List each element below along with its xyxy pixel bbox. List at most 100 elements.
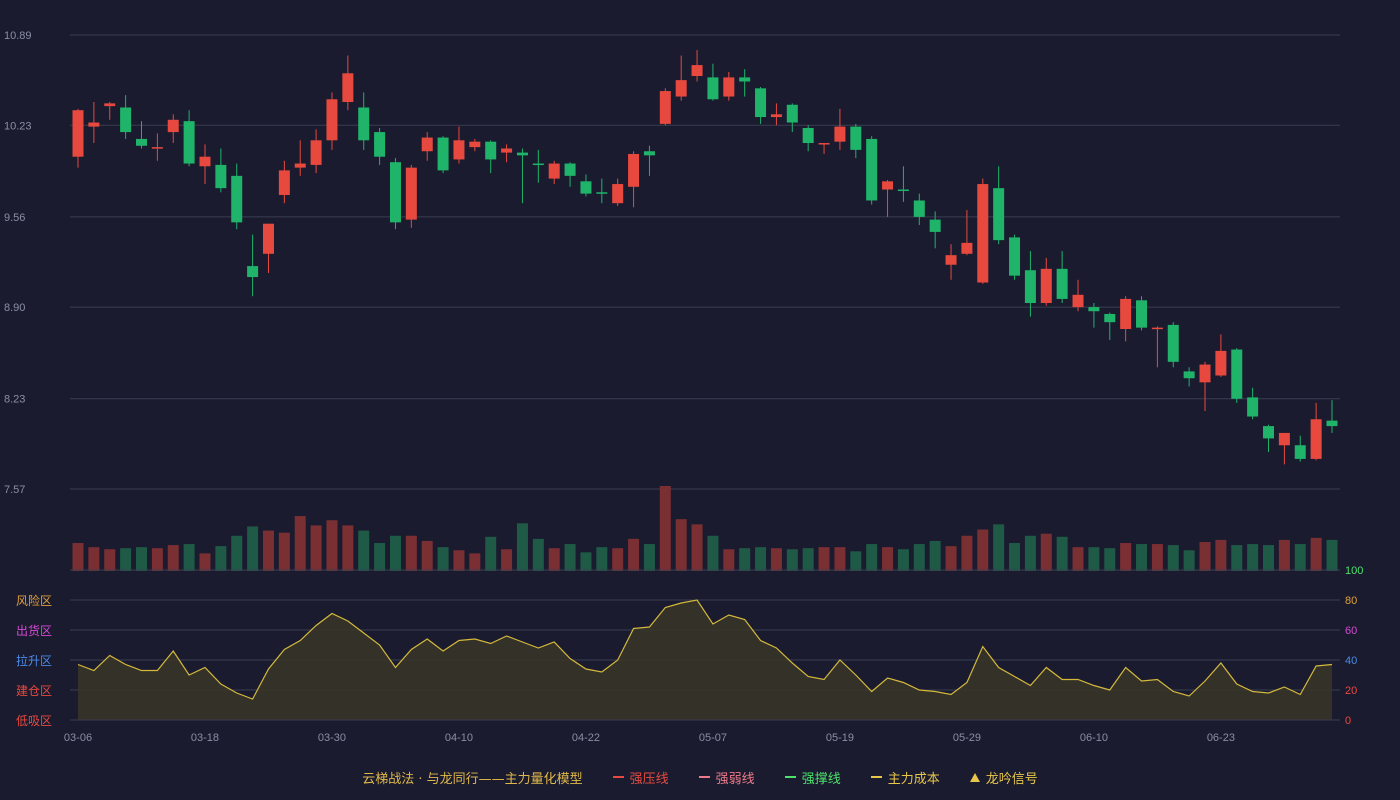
candle-body (342, 73, 354, 103)
volume-bar (516, 523, 528, 571)
volume-bar (1215, 539, 1227, 571)
candle-body (548, 163, 560, 179)
stock-chart: 10.89 10.23 9.56 8.90 8.23 7.57 风险区出货区拉升区建仓区低… (4, 30, 1363, 744)
volume-bar (310, 525, 322, 571)
volume-bar (596, 547, 608, 571)
candle-body (1231, 349, 1243, 399)
candle-body (167, 119, 179, 133)
volume-bar (501, 549, 513, 571)
candle-body (437, 137, 449, 171)
candle-body (596, 192, 608, 194)
volume-bar (374, 543, 386, 571)
volume-bar (1294, 544, 1306, 571)
volume-bar (1120, 543, 1132, 571)
legend-item-strong-support[interactable]: 强撑线 (784, 768, 841, 787)
candle-body (882, 181, 894, 190)
indicator-tick-label: 0 (1345, 715, 1351, 727)
candle-body (1056, 268, 1068, 299)
zone-labels: 风险区出货区拉升区建仓区低吸区 (16, 593, 52, 728)
legend-item-main-cost[interactable]: 主力成本 (870, 768, 940, 787)
legend-label: 龙吟信号 (985, 771, 1038, 787)
volume-bar (1310, 537, 1322, 571)
volume-bar (945, 546, 957, 571)
volume-bar (739, 548, 751, 571)
candle-body (691, 65, 703, 77)
candle-body (532, 163, 544, 166)
volume-bar (453, 550, 465, 571)
candle-body (628, 153, 640, 187)
candle-body (358, 107, 370, 141)
candle-body (88, 122, 100, 127)
price-grid (70, 34, 1340, 490)
volume-bar (850, 551, 862, 571)
volume-bar (643, 544, 655, 571)
volume-bar (231, 535, 243, 571)
candle-body (1167, 324, 1179, 362)
volume-bars (72, 486, 1338, 571)
candle-body (151, 147, 163, 149)
candle-body (485, 141, 497, 160)
price-tick-label: 10.89 (4, 30, 32, 42)
volume-bar (1231, 545, 1243, 571)
candle-body (374, 132, 386, 157)
candle-body (1247, 397, 1259, 417)
volume-bar (532, 538, 544, 571)
price-tick-label: 9.56 (4, 212, 25, 224)
legend-item-strong-pressure[interactable]: 强压线 (612, 768, 669, 787)
candle-body (1278, 432, 1290, 446)
price-tick-label: 10.23 (4, 120, 32, 132)
legend-item-dragon-signal[interactable]: 龙吟信号 (969, 768, 1038, 787)
legend-item-strength-line[interactable]: 强弱线 (698, 768, 755, 787)
volume-bar (707, 535, 719, 571)
legend-line-icon (784, 776, 796, 778)
volume-bar (866, 544, 878, 571)
candle-body (1310, 419, 1322, 459)
volume-bar (262, 530, 274, 571)
volume-bar (977, 529, 989, 571)
volume-bar (993, 524, 1005, 571)
volume-bar (1199, 541, 1211, 571)
volume-bar (167, 545, 179, 571)
volume-bar (564, 544, 576, 571)
candle-body (1151, 327, 1163, 330)
indicator-tick-label: 80 (1345, 595, 1357, 607)
volume-bar (1056, 536, 1068, 571)
candle-body (1040, 268, 1052, 304)
candle-body (723, 77, 735, 97)
volume-bar (659, 486, 671, 571)
candlesticks (72, 50, 1338, 465)
zone-label: 低吸区 (16, 714, 52, 728)
price-tick-label: 7.57 (4, 484, 25, 496)
date-axis: 03-06 03-18 03-30 04-10 04-22 05-07 05-19 05-29… (64, 719, 1340, 744)
price-tick-label: 8.90 (4, 302, 25, 314)
candle-body (945, 255, 957, 265)
candle-body (247, 266, 259, 278)
volume-bar (897, 549, 909, 571)
candle-body (1136, 300, 1148, 328)
indicator-tick-label: 20 (1345, 685, 1357, 697)
candle-body (501, 148, 513, 153)
volume-bar (929, 540, 941, 571)
candle-body (1263, 426, 1275, 439)
candle-body (564, 163, 576, 176)
date-tick-label: 03-18 (191, 732, 219, 744)
chart-legend: 云梯战法 · 与龙同行——主力量化模型 强压线 强弱线 强撑线 主力成本 龙吟信… (0, 762, 1400, 792)
volume-bar (469, 553, 481, 571)
volume-bar (1088, 547, 1100, 571)
volume-bar (1136, 544, 1148, 571)
zone-label: 风险区 (16, 593, 52, 608)
date-tick-label: 03-30 (318, 732, 346, 744)
candle-body (770, 114, 782, 118)
volume-bar (1247, 544, 1259, 571)
candle-body (786, 104, 798, 123)
candle-body (897, 189, 909, 192)
volume-bar (183, 544, 195, 571)
candle-body (1104, 313, 1116, 323)
volume-bar (342, 525, 354, 571)
candle-body (1326, 420, 1338, 427)
candle-body (104, 103, 116, 107)
volume-bar (1167, 545, 1179, 571)
candle-body (1183, 371, 1195, 379)
candle-body (453, 140, 465, 160)
volume-bar (358, 530, 370, 571)
